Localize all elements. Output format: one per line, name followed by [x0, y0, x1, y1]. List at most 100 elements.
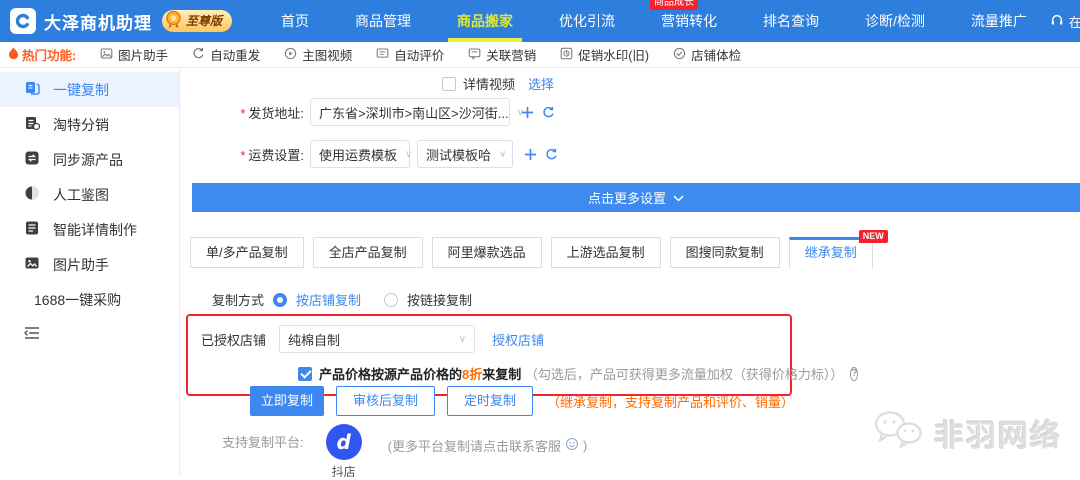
ship-address-row: *发货地址: 广东省>深圳市>南山区>沙河街... ∨ [180, 98, 555, 126]
tab-single-multi-copy[interactable]: 单/多产品复制 [190, 237, 304, 268]
picture-icon [100, 47, 113, 63]
tab-image-search-copy[interactable]: 图搜同款复制 [670, 237, 780, 268]
quick-toolbar: 热门功能: 图片助手 自动重发 主图视频 自动评价 关联营销 促销水印(旧) 店… [0, 42, 1080, 68]
chevron-down-icon: ∨ [459, 334, 466, 345]
ship-address-select[interactable]: 广东省>深圳市>南山区>沙河街... ∨ [310, 98, 510, 126]
tool-main-video[interactable]: 主图视频 [284, 45, 352, 64]
image-icon [24, 255, 40, 274]
tool-image-helper[interactable]: 图片助手 [100, 45, 168, 64]
sidebar-item-manual-image-check[interactable]: 人工鉴图 [0, 177, 179, 212]
sidebar-item-smart-detail[interactable]: 智能详情制作 [0, 212, 179, 247]
tool-auto-resend[interactable]: 自动重发 [192, 45, 260, 64]
more-platforms-note: (更多平台复制请点击联系客服 ) [388, 436, 588, 455]
nav-product-move[interactable]: 商品搬家 [434, 0, 536, 42]
douyin-store-icon: d [326, 424, 362, 460]
copy-doc-icon [24, 80, 40, 99]
option-by-shop-label[interactable]: 按店铺复制 [296, 290, 361, 309]
copy-now-button[interactable]: 立即复制 [250, 386, 324, 416]
online-service[interactable]: 在线客服 ∨ [1050, 12, 1080, 31]
sidebar-item-1688-purchase[interactable]: 1688一键采购 [0, 282, 179, 317]
top-bar: 大泽商机助理 至尊版 首页 商品管理 商品搬家 优化引流 商品成长 营销转化 排… [0, 0, 1080, 42]
ship-address-label: *发货地址: [180, 103, 304, 122]
copy-after-review-button[interactable]: 审核后复制 [336, 386, 435, 416]
nav-traffic-promotion[interactable]: 流量推广 [948, 0, 1050, 42]
freight-label: *运费设置: [180, 145, 304, 164]
play-circle-icon [284, 47, 297, 63]
price-rule-checkbox[interactable] [298, 367, 312, 381]
freight-template-select[interactable]: 测试模板哈 ∨ [417, 140, 513, 168]
flame-icon [8, 47, 19, 63]
nav-corner-badge: 商品成长 [650, 0, 698, 10]
copy-method-row: 复制方式 按店铺复制 按链接复制 [212, 290, 472, 309]
detail-video-select-link[interactable]: 选择 [528, 74, 554, 93]
sidebar-collapse-button[interactable] [0, 321, 179, 349]
medal-icon [165, 10, 182, 32]
add-address-button[interactable] [521, 106, 534, 119]
scheduled-copy-button[interactable]: 定时复制 [447, 386, 533, 416]
platform-douyin-store[interactable]: d 抖店 [326, 424, 362, 480]
tool-related-marketing[interactable]: 关联营销 [468, 45, 536, 64]
tab-upstream-copy[interactable]: 上游选品复制 [551, 237, 661, 268]
watermark-icon [560, 47, 573, 63]
price-rule-row: 产品价格按源产品价格的8折来复制 （勾选后，产品可获得更多流量加权（获得价格力标… [298, 364, 790, 383]
chevron-down-icon [673, 190, 684, 205]
nav-product-manage[interactable]: 商品管理 [332, 0, 434, 42]
app-title: 大泽商机助理 [44, 9, 152, 34]
authorized-shop-select[interactable]: 纯棉自制 ∨ [279, 325, 475, 353]
tab-inherit-copy[interactable]: 继承复制 NEW [789, 237, 873, 268]
main-nav: 首页 商品管理 商品搬家 优化引流 商品成长 营销转化 排名查询 诊断/检测 流… [258, 0, 1050, 42]
vip-badge: 至尊版 [162, 10, 232, 32]
tab-ali-hot-picks[interactable]: 阿里爆款选品 [432, 237, 542, 268]
sidebar-item-sync-source[interactable]: 同步源产品 [0, 142, 179, 177]
refresh-icon [192, 47, 205, 63]
topbar-right: 在线客服 ∨ 到期时间: 376天 续费 [1050, 8, 1080, 35]
tab-whole-shop-copy[interactable]: 全店产品复制 [313, 237, 423, 268]
refresh-address-button[interactable] [542, 106, 555, 119]
nav-marketing-convert[interactable]: 商品成长 营销转化 [638, 0, 740, 42]
chevron-down-icon: ∨ [405, 149, 412, 160]
tool-auto-review[interactable]: 自动评价 [376, 45, 444, 64]
supported-platforms-row: 支持复制平台: d 抖店 (更多平台复制请点击联系客服 ) [222, 424, 587, 480]
detail-video-checkbox[interactable] [442, 77, 456, 91]
nav-home[interactable]: 首页 [258, 0, 332, 42]
chat-icon [468, 47, 481, 63]
option-by-link-label[interactable]: 按链接复制 [407, 290, 472, 309]
nav-diagnose[interactable]: 诊断/检测 [842, 0, 948, 42]
detail-video-label: 详情视频 [463, 74, 515, 93]
app-logo-icon [10, 8, 36, 34]
radio-by-link[interactable] [384, 293, 398, 307]
new-badge: NEW [859, 230, 888, 243]
platforms-label: 支持复制平台: [222, 432, 304, 451]
radio-by-shop[interactable] [273, 293, 287, 307]
comment-icon [376, 47, 389, 63]
inherit-copy-note: （继承复制，支持复制产品和评价、销量） [547, 392, 794, 411]
chevron-down-icon: ∨ [499, 149, 506, 160]
tool-shop-checkup[interactable]: 店铺体检 [673, 45, 741, 64]
nav-optimize-traffic[interactable]: 优化引流 [536, 0, 638, 42]
copy-method-label: 复制方式 [212, 290, 264, 309]
sidebar-item-one-key-copy[interactable]: 一键复制 [0, 72, 179, 107]
sidebar-item-image-helper[interactable]: 图片助手 [0, 247, 179, 282]
sidebar-item-taote-distribution[interactable]: 淘特分销 [0, 107, 179, 142]
add-template-button[interactable] [524, 148, 537, 161]
refresh-template-button[interactable] [545, 148, 558, 161]
contrast-circle-icon [24, 185, 40, 204]
nav-rank-query[interactable]: 排名查询 [740, 0, 842, 42]
help-icon[interactable]: ? [850, 367, 858, 381]
more-settings-bar[interactable]: 点击更多设置 [192, 183, 1080, 212]
detail-video-row: 详情视频 选择 [442, 74, 554, 93]
authorize-shop-link[interactable]: 授权店铺 [492, 330, 544, 349]
menu-fold-icon [24, 326, 40, 345]
hot-functions-label: 热门功能: [8, 45, 76, 64]
health-check-icon [673, 47, 686, 63]
sidebar: 一键复制 淘特分销 同步源产品 人工鉴图 智能详情制作 图片助手 1688一键采… [0, 68, 180, 477]
sync-icon [24, 150, 40, 169]
authorized-shop-box: 已授权店铺 纯棉自制 ∨ 授权店铺 产品价格按源产品价格的8折来复制 （勾选后，… [186, 314, 792, 396]
freight-mode-select[interactable]: 使用运费模板 ∨ [310, 140, 410, 168]
smiley-icon [565, 437, 579, 454]
detail-doc-icon [24, 220, 40, 239]
freight-row: *运费设置: 使用运费模板 ∨ 测试模板哈 ∨ [180, 140, 558, 168]
action-buttons-row: 立即复制 审核后复制 定时复制 （继承复制，支持复制产品和评价、销量） [250, 386, 794, 416]
main-content: 详情视频 选择 *发货地址: 广东省>深圳市>南山区>沙河街... ∨ *运费设… [180, 68, 1080, 477]
tool-promo-watermark[interactable]: 促销水印(旧) [560, 45, 649, 64]
